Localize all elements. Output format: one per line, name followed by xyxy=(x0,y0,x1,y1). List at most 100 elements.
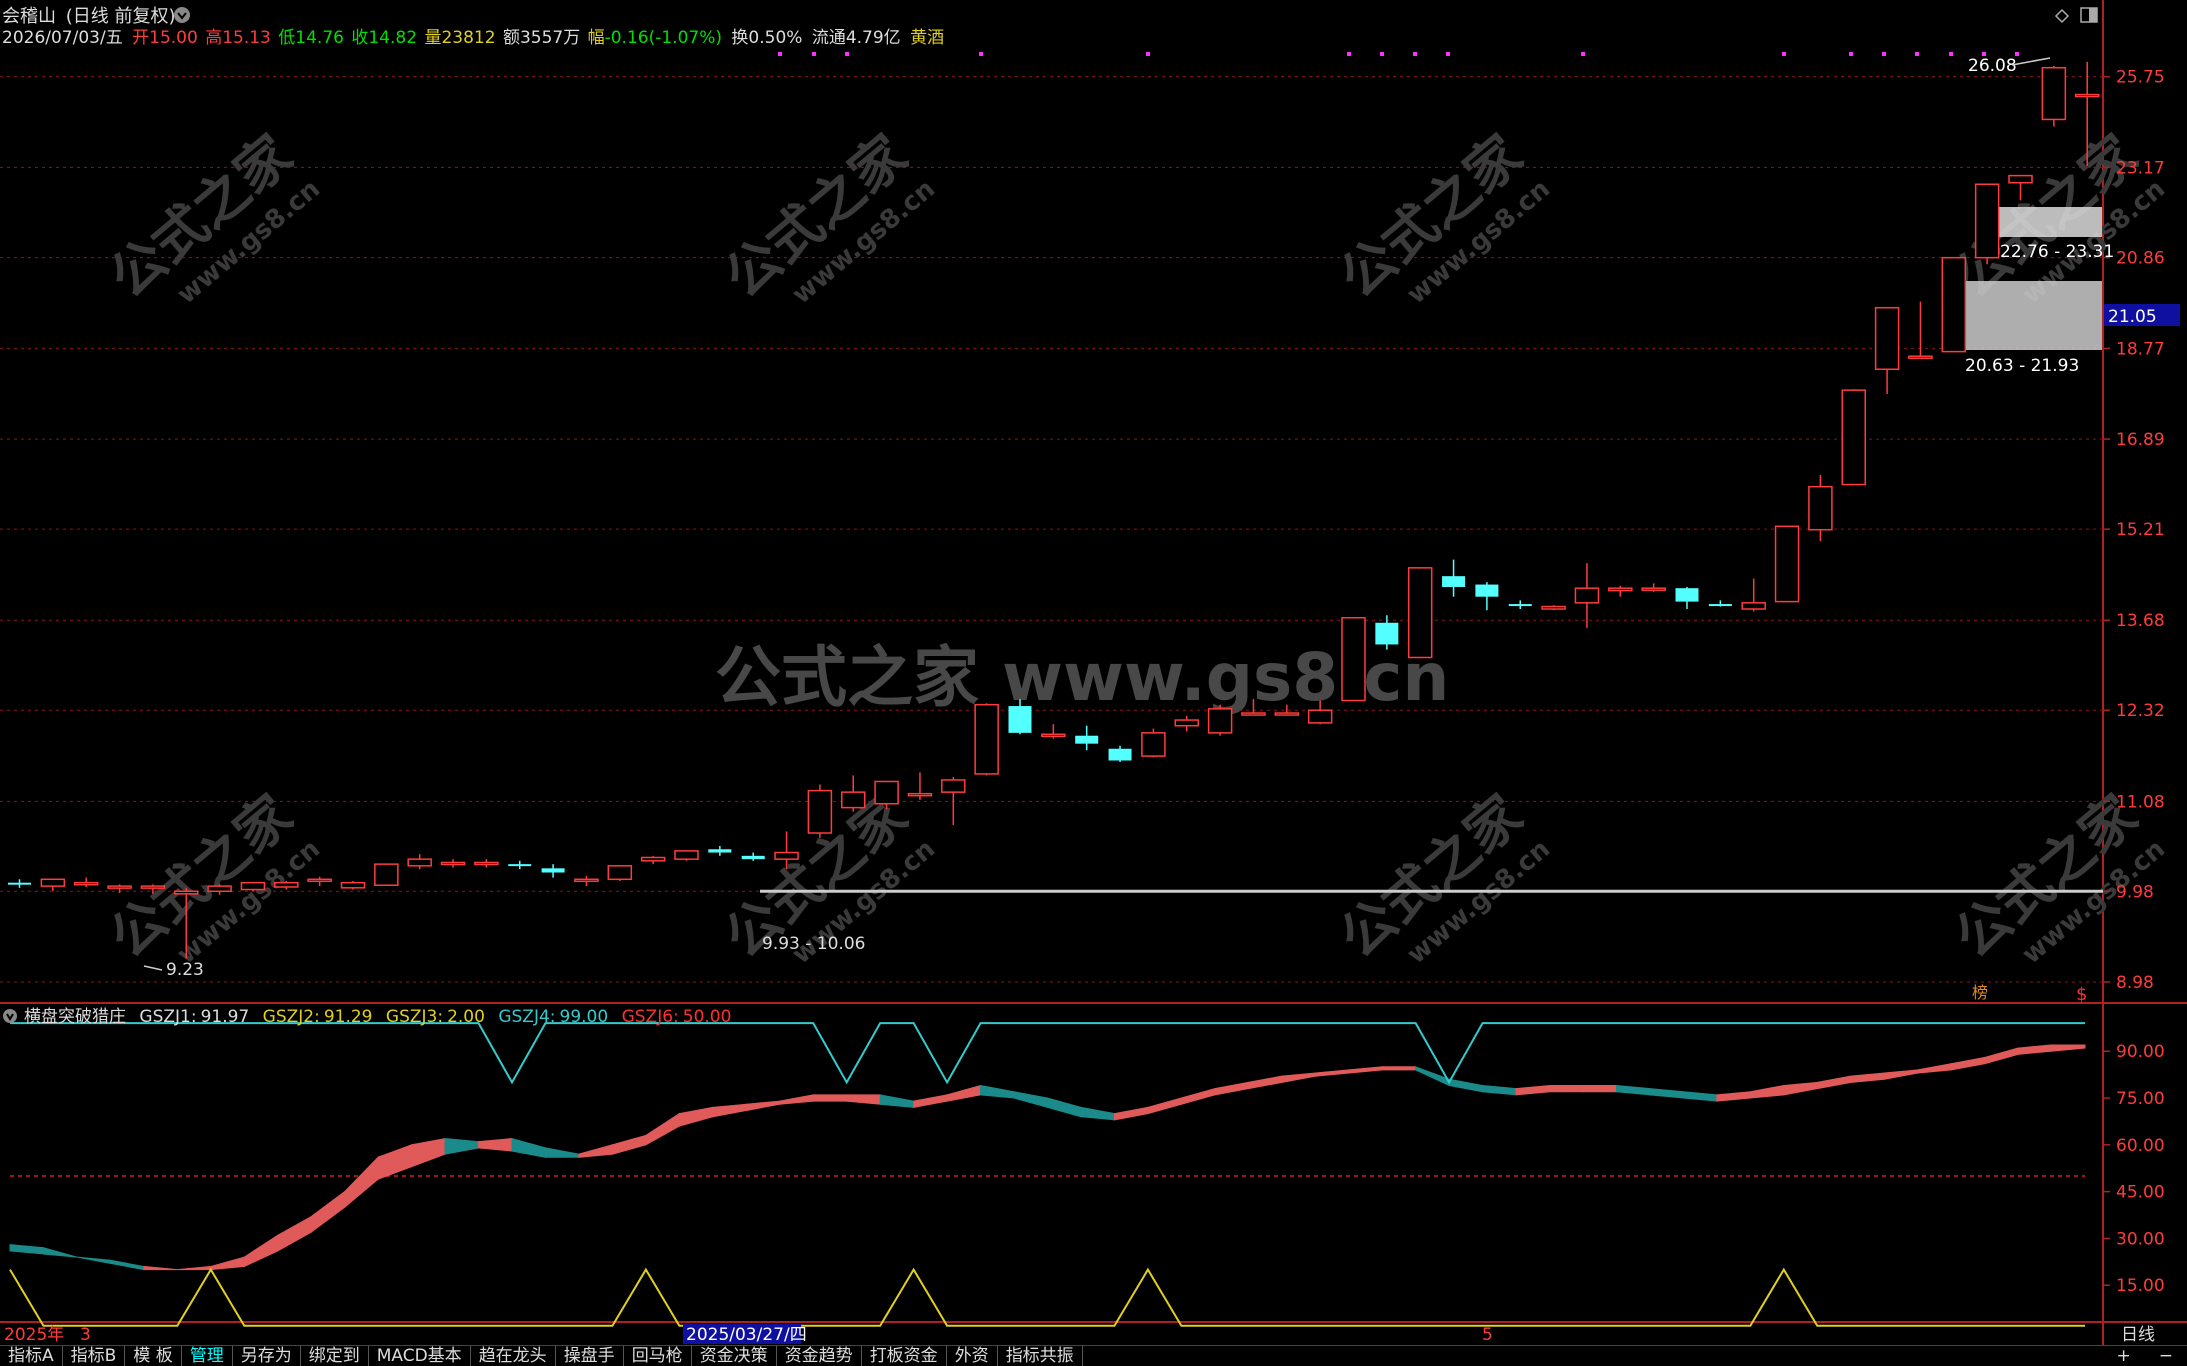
indicator-axis-label: 15.00 xyxy=(2116,1276,2165,1296)
price-axis-label: 20.86 xyxy=(2116,249,2165,269)
toolbar-item[interactable]: 资金决策 xyxy=(692,1346,777,1366)
bang-badge[interactable]: 榜 xyxy=(1972,983,1988,1002)
candle xyxy=(574,875,599,887)
candle xyxy=(1608,585,1633,597)
zoom-in-button[interactable]: + xyxy=(2103,1346,2145,1366)
toolbar-item[interactable]: 外资 xyxy=(947,1346,998,1366)
stock-name: 会稽山 xyxy=(2,6,56,27)
price-axis-label: 23.17 xyxy=(2116,158,2165,178)
zone-base-label: 9.93 - 10.06 xyxy=(762,934,865,954)
price-axis-label: 16.89 xyxy=(2116,430,2165,450)
gszj-band-segment xyxy=(1348,1066,1383,1074)
gszj-band-segment xyxy=(544,1147,580,1158)
gszj-band-segment xyxy=(478,1138,513,1152)
gszj-band-segment xyxy=(1080,1106,1115,1121)
candle xyxy=(1974,183,2000,265)
candle xyxy=(974,703,999,776)
gszj-band-segment xyxy=(712,1103,747,1118)
gszj-band-segment xyxy=(1214,1081,1249,1096)
candle xyxy=(407,854,432,870)
gszj3-value: 2.00 xyxy=(447,1007,485,1027)
toolbar-item[interactable]: 绑定到 xyxy=(301,1346,369,1366)
gszj-band-segment xyxy=(745,1100,781,1112)
indicator-gear-icon[interactable] xyxy=(3,1009,17,1023)
watermark-tile: 公式之家www.gs8.cn xyxy=(98,123,326,310)
candle xyxy=(1174,715,1199,732)
candle xyxy=(1508,600,1532,610)
header-date: 2026/07/03/五 xyxy=(2,28,123,48)
toolbar-item[interactable]: 回马枪 xyxy=(624,1346,692,1366)
gszj-band-segment xyxy=(812,1094,848,1102)
candle xyxy=(1708,600,1732,607)
toolbar-item[interactable]: 打板资金 xyxy=(862,1346,947,1366)
gszj-band-segment xyxy=(1984,1047,2019,1065)
gszj-band-segment xyxy=(1515,1084,1551,1096)
gszj2-value: 91.29 xyxy=(324,1007,373,1027)
gszj-band-segment xyxy=(2017,1044,2053,1055)
gszj-band-segment xyxy=(913,1094,948,1108)
header-ohlc-line: 2026/07/03/五 开15.00 高15.13 低14.76 收14.82… xyxy=(2,28,944,48)
period-label[interactable]: 日线 xyxy=(2121,1325,2155,1345)
header-line1: 会稽山 (日线 前复权) xyxy=(2,6,176,27)
gszj-band-segment xyxy=(1314,1069,1350,1077)
dollar-badge[interactable]: $ xyxy=(2076,984,2087,1005)
candle xyxy=(1108,745,1132,762)
gszj-band-segment xyxy=(277,1215,312,1252)
toolbar-item[interactable]: 管理 xyxy=(182,1346,233,1366)
indicator-grid: 90.00 75.00 60.00 45.00 30.00 15.00 xyxy=(2103,1042,2165,1296)
gszj-band-segment xyxy=(511,1137,546,1158)
gszj-band-segment xyxy=(1113,1106,1149,1121)
toolbar-item[interactable]: 操盘手 xyxy=(556,1346,624,1366)
diamond-icon[interactable] xyxy=(2054,8,2070,24)
toolbar-item[interactable]: 模 板 xyxy=(125,1346,182,1366)
candle xyxy=(1574,563,1600,628)
header-gear-icon[interactable] xyxy=(174,7,190,23)
candle xyxy=(1841,389,1866,486)
watermark-tile: 公式之家www.gs8.cn xyxy=(713,123,941,310)
candle xyxy=(807,784,833,838)
gszj3-line xyxy=(9,1267,2085,1327)
watermark-tile: 公式之家www.gs8.cn xyxy=(1328,123,1556,310)
candle xyxy=(607,865,633,881)
high-mark-arrow xyxy=(2011,57,2051,66)
candle xyxy=(1774,525,1800,603)
gszj6-value: 50.00 xyxy=(683,1007,732,1027)
toolbar-item[interactable]: MACD基本 xyxy=(369,1346,471,1366)
high-mark-label: 26.08 xyxy=(1968,56,2017,76)
stock-chart[interactable]: 公式之家www.gs8.cn 公式之家www.gs8.cn 公式之家www.gs8.… xyxy=(0,0,2187,1365)
header-open: 15.00 xyxy=(149,28,198,48)
zoom-out-button[interactable]: − xyxy=(2145,1346,2187,1366)
time-axis-highlight-date[interactable]: 2025/03/27/四 xyxy=(686,1325,807,1345)
toolbar-item[interactable]: 资金趋势 xyxy=(777,1346,862,1366)
indicator-axis-label: 45.00 xyxy=(2116,1183,2165,1203)
indicator-name: 横盘突破猎庄 xyxy=(24,1007,126,1027)
time-axis-may: 5 xyxy=(1482,1325,1493,1345)
candle xyxy=(1741,578,1766,612)
toolbar-item[interactable]: 指标共振 xyxy=(998,1346,1083,1366)
toolbar-item[interactable]: 趋在龙头 xyxy=(471,1346,556,1366)
low-mark-arrow xyxy=(143,965,163,971)
gszj-band-segment xyxy=(1381,1066,1417,1071)
gszj-band-segment xyxy=(2051,1044,2086,1052)
window-toggle-icon[interactable] xyxy=(2080,7,2098,23)
current-price-value: 21.05 xyxy=(2108,307,2157,327)
toolbar-item[interactable]: 指标B xyxy=(63,1346,126,1366)
candle xyxy=(1675,586,1699,610)
gszj-band-segment xyxy=(42,1247,78,1258)
indicator-axis-label: 75.00 xyxy=(2116,1089,2165,1109)
gszj-band-segment xyxy=(1448,1078,1484,1093)
gszj-band-segment xyxy=(1682,1091,1718,1102)
candle xyxy=(8,879,31,888)
gszj-band-segment xyxy=(177,1265,212,1271)
toolbar-item[interactable]: 另存为 xyxy=(233,1346,301,1366)
candle xyxy=(240,881,266,892)
price-axis-label: 15.21 xyxy=(2116,520,2165,540)
indicator-plot xyxy=(9,1022,2086,1327)
zone-lower-box xyxy=(1963,281,2102,350)
candle xyxy=(1207,704,1233,736)
price-axis-label: 18.77 xyxy=(2116,339,2165,359)
gszj-band-segment xyxy=(1482,1084,1517,1096)
zone-upper-box xyxy=(1996,207,2102,237)
indicator-header: 横盘突破猎庄 GSZJ1: 91.97 GSZJ2: 91.29 GSZJ3: 2.0… xyxy=(24,1007,731,1027)
toolbar-item[interactable]: 指标A xyxy=(0,1346,63,1366)
